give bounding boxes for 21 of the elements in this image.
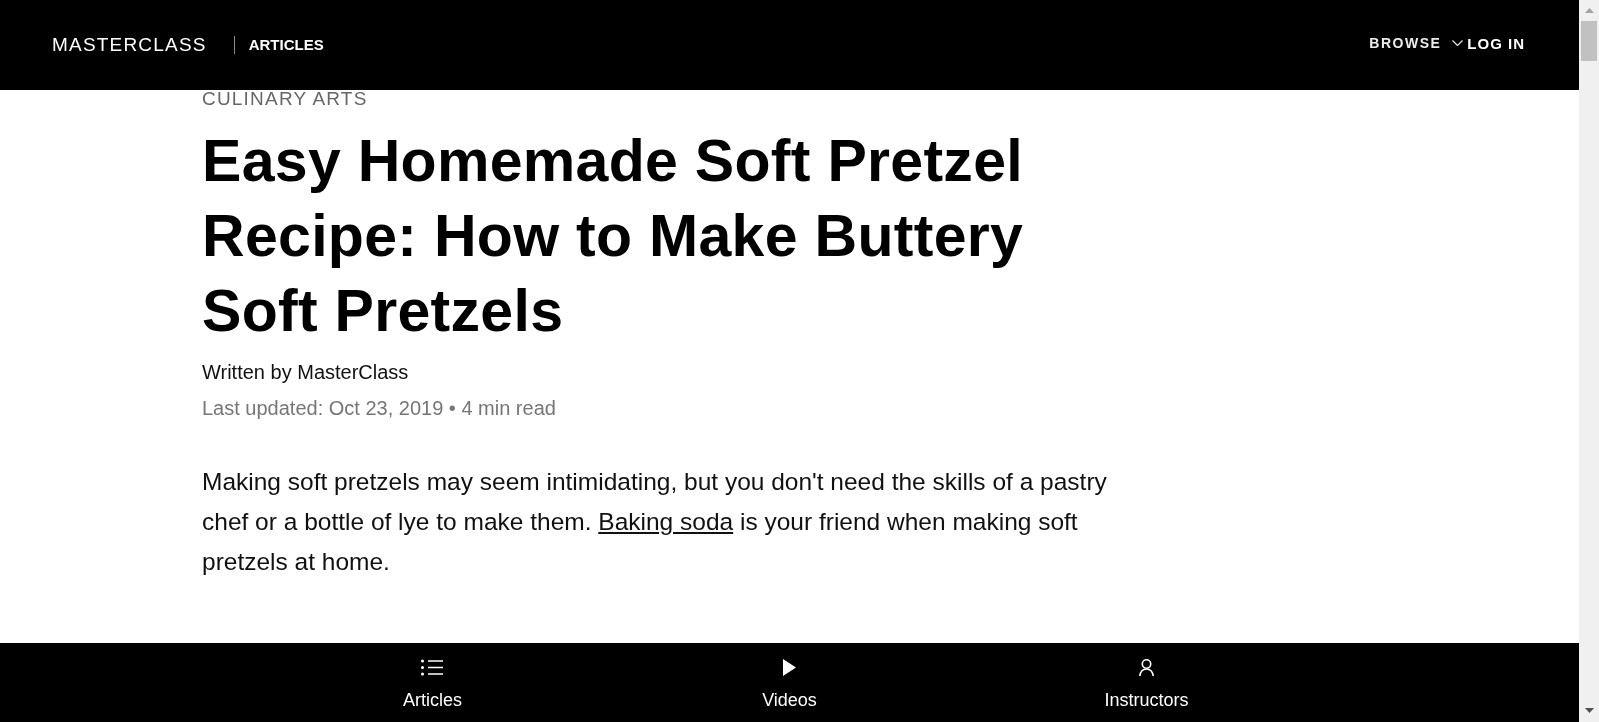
- category-label[interactable]: CULINARY ARTS: [202, 90, 368, 108]
- scrollbar-thumb[interactable]: [1581, 21, 1597, 61]
- section-link[interactable]: ARTICLES: [248, 36, 324, 54]
- scrollbar-track[interactable]: [1579, 0, 1599, 722]
- nav-tab[interactable]: Instructors: [1104, 643, 1189, 711]
- nav-tab[interactable]: Articles: [403, 643, 462, 711]
- browse-menu-button[interactable]: BROWSE: [1369, 33, 1464, 52]
- logo[interactable]: MASTERCLASS: [52, 34, 207, 56]
- person-icon: [1139, 659, 1154, 676]
- baking-soda-link[interactable]: Baking soda: [598, 508, 734, 535]
- article-title: Easy Homemade Soft Pretzel Recipe: How to Make Buttery Soft Pretzels: [202, 127, 1025, 346]
- play-icon: [783, 659, 796, 676]
- list-icon: [421, 659, 444, 676]
- updated-date: Last updated: Oct 23, 2019 • 4 min read: [202, 396, 556, 421]
- article-paragraph: Making soft pretzels may seem intimidating, but you don't need the skills of a pastry chef or a bottle of lye to make them. Baking soda is your friend when making soft pretzels at home.: [202, 467, 1108, 577]
- scroll-up-icon[interactable]: [1584, 8, 1594, 13]
- author-byline: Written by MasterClass: [202, 360, 409, 385]
- chevron-down-icon: [1452, 39, 1464, 46]
- scroll-down-icon[interactable]: [1584, 708, 1594, 713]
- nav-tab[interactable]: Videos: [762, 643, 817, 711]
- login-link[interactable]: LOG IN: [1467, 34, 1525, 53]
